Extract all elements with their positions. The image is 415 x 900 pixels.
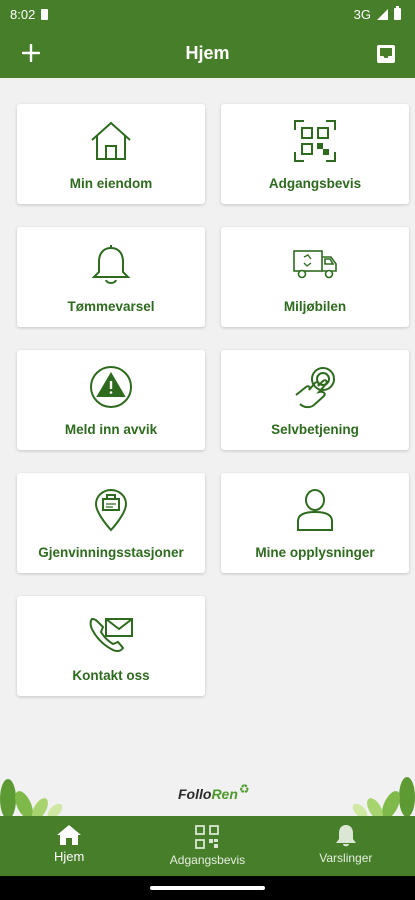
warning-icon [90,366,132,408]
inbox-icon [377,45,395,63]
plus-icon [22,44,40,62]
tile-label: Min eiendom [69,176,153,191]
tile-label: Miljøbilen [283,299,347,314]
tile-label: Mine opplysninger [255,545,375,560]
tile-label: Meld inn avvik [64,422,158,437]
follo-ren-logo: Follo Ren ♻ [178,782,250,802]
nav-label: Adgangsbevis [169,853,246,867]
signal-icon [377,8,388,20]
tile-label: Tømmevarsel [67,299,155,314]
tile-label: Kontakt oss [72,668,150,683]
tile-kontakt-oss[interactable]: Kontakt oss [17,596,205,696]
house-icon [91,121,131,160]
truck-icon [293,250,337,279]
tile-adgangsbevis[interactable]: Adgangsbevis [221,104,409,204]
tile-selvbetjening[interactable]: Selvbetjening [221,350,409,450]
tile-miljobilen[interactable]: Miljøbilen [221,227,409,327]
status-time: 8:02 [10,6,36,22]
qr-code-icon [195,825,220,849]
home-icon [57,825,82,845]
recycle-icon: ♻ [238,782,250,796]
nav-item-hjem[interactable]: Hjem [0,816,138,876]
home-gesture-handle[interactable] [150,886,265,890]
tile-label: Adgangsbevis [268,176,362,191]
tile-meld-inn-avvik[interactable]: Meld inn avvik [17,350,205,450]
sim-card-icon [41,8,49,20]
tile-tommevarsel[interactable]: Tømmevarsel [17,227,205,327]
app-bar: Hjem [0,28,415,78]
bell-icon [335,825,356,847]
nav-label: Varslinger [319,851,373,865]
touch-hand-icon [295,367,335,409]
network-type: 3G [353,6,371,22]
system-gesture-bar [0,876,415,900]
bell-icon [91,245,131,284]
logo-text-ren: Ren [211,786,238,802]
logo-text-follo: Follo [178,786,212,802]
location-pin-icon [94,488,128,532]
qr-code-icon [294,120,336,162]
leaves-right-decoration [352,777,415,817]
nav-label: Hjem [53,849,85,864]
phone-mail-icon [89,617,133,653]
add-button[interactable] [16,38,46,68]
tile-gjenvinningsstasjoner[interactable]: Gjenvinningsstasjoner [17,473,205,573]
tile-label: Gjenvinningsstasjoner [38,545,184,560]
battery-icon [394,6,401,20]
tile-label: Selvbetjening [271,422,359,437]
tile-min-eiendom[interactable]: Min eiendom [17,104,205,204]
person-icon [297,489,333,531]
leaves-left-decoration [0,779,63,817]
inbox-button[interactable] [371,39,401,69]
page-title: Hjem [185,42,230,63]
nav-item-varslinger[interactable]: Varslinger [277,816,415,876]
status-bar: 8:02 3G [0,0,415,28]
bottom-navigation: Hjem Adgangsbevis Varslinger [0,816,415,876]
tile-mine-opplysninger[interactable]: Mine opplysninger [221,473,409,573]
nav-item-adgangsbevis[interactable]: Adgangsbevis [138,816,276,876]
